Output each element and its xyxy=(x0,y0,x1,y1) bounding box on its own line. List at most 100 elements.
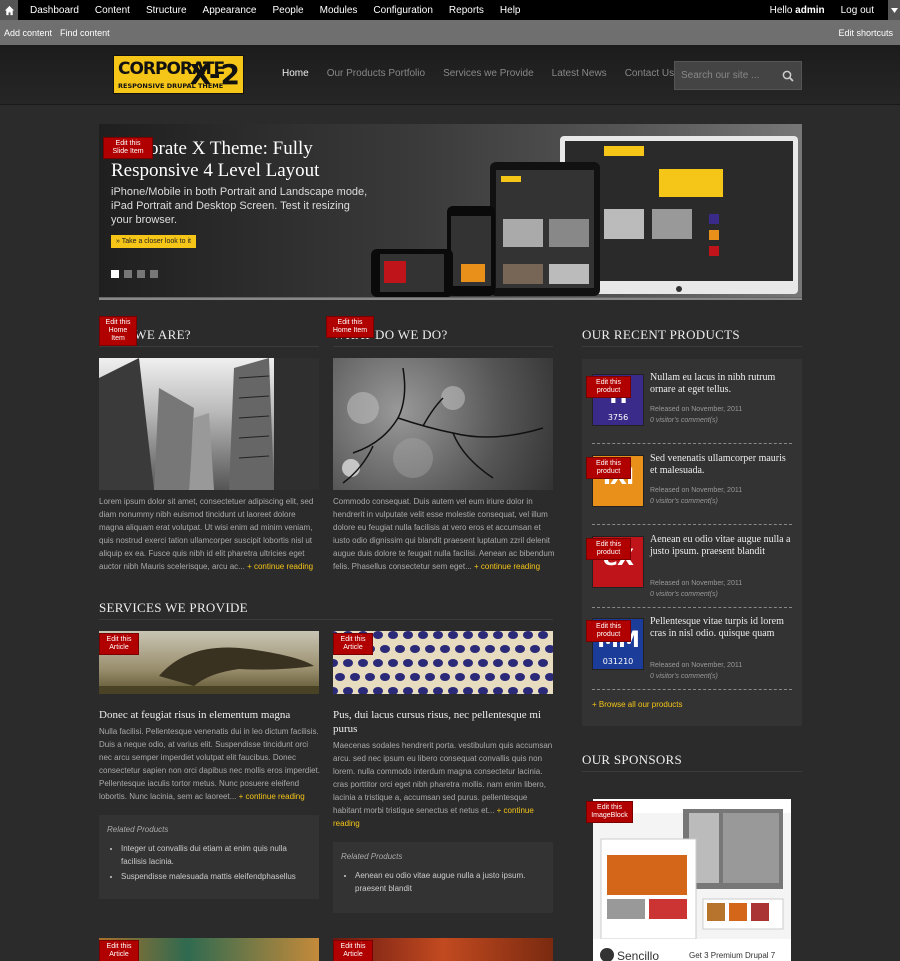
dot-pattern-dot xyxy=(508,659,518,667)
hello-label: Hello xyxy=(769,4,793,16)
dot-pattern-dot xyxy=(508,687,518,694)
search-icon[interactable] xyxy=(775,62,801,89)
continue-reading-link[interactable]: + continue reading xyxy=(239,792,305,801)
dot-pattern-dot xyxy=(523,659,533,667)
slider-button[interactable]: » Take a closer look to it xyxy=(111,235,196,248)
dot-pattern-dot xyxy=(523,631,533,639)
nav-contact[interactable]: Contact Us xyxy=(625,68,674,79)
nav-products-portfolio[interactable]: Our Products Portfolio xyxy=(327,68,425,79)
admin-menu-content[interactable]: Content xyxy=(87,5,138,16)
shortcut-add-content[interactable]: Add content xyxy=(0,28,56,38)
search-input[interactable] xyxy=(675,70,775,81)
edit-article-button[interactable]: Edit this Article xyxy=(333,633,373,655)
sponsor-caption: Get 3 Premium Drupal 7 xyxy=(689,951,776,960)
dot-pattern-dot xyxy=(373,631,383,639)
branches-illustration xyxy=(342,367,544,484)
continue-reading-link[interactable]: + continue reading xyxy=(474,562,540,571)
product-title[interactable]: Nullam eu lacus in nibh rutrum ornare at… xyxy=(650,372,795,396)
dot-pattern-dot xyxy=(343,687,353,694)
site-logo[interactable]: CORPORATE RESPONSIVE DRUPAL THEME X-2 xyxy=(113,55,244,94)
admin-menu-people[interactable]: People xyxy=(264,5,311,16)
dot-pattern-dot xyxy=(493,659,503,667)
edit-article-button[interactable]: Edit this Article xyxy=(333,940,373,961)
slider-dots xyxy=(111,270,158,278)
home-icon[interactable] xyxy=(0,0,18,20)
dot-pattern-dot xyxy=(343,659,353,667)
article-body: Nulla facilisi. Pellentesque venenatis d… xyxy=(99,727,321,801)
dot-pattern-dot xyxy=(508,631,518,639)
edit-article-button[interactable]: Edit this Article xyxy=(99,633,139,655)
continue-reading-link[interactable]: + continue reading xyxy=(247,562,313,571)
section-divider xyxy=(333,346,553,347)
edit-shortcuts-link[interactable]: Edit shortcuts xyxy=(834,28,897,38)
who-we-are-image xyxy=(99,358,319,490)
nav-latest-news[interactable]: Latest News xyxy=(552,68,607,79)
services-title: SERVICES WE PROVIDE xyxy=(99,600,248,615)
related-product-link[interactable]: Integer ut convallis dui etiam at enim q… xyxy=(121,842,311,868)
dot-pattern-dot xyxy=(455,645,465,653)
dot-pattern-dot xyxy=(440,673,450,681)
slider-divider xyxy=(99,298,802,300)
admin-menu-reports[interactable]: Reports xyxy=(441,5,492,16)
admin-menu-configuration[interactable]: Configuration xyxy=(365,5,440,16)
edit-slide-button[interactable]: Edit this Slide Item xyxy=(103,137,153,159)
article-title[interactable]: Donec at feugiat risus in elementum magn… xyxy=(99,708,321,722)
related-products-box: Related Products Integer ut convallis du… xyxy=(99,815,319,899)
nav-services[interactable]: Services we Provide xyxy=(443,68,534,79)
dot-pattern-dot xyxy=(395,645,405,653)
dot-pattern-dot xyxy=(538,687,548,694)
slider-text: iPhone/Mobile in both Portrait and Lands… xyxy=(111,186,368,226)
section-divider xyxy=(99,346,319,347)
product-released: Released on November, 2011 xyxy=(650,580,743,587)
logout-link[interactable]: Log out xyxy=(833,5,882,16)
dot-pattern-dot xyxy=(485,645,495,653)
product-title[interactable]: Sed venenatis ullamcorper mauris et male… xyxy=(650,453,795,477)
sponsor-image[interactable]: Sencillo Sencillo Get 3 Premium Drupal 7 xyxy=(593,799,791,961)
edit-home-item-button[interactable]: Edit this Home Item xyxy=(326,316,374,338)
product-comments-text: 0 visitor's comment(s) xyxy=(650,673,718,680)
dot-pattern-dot xyxy=(410,645,420,653)
slider-dot[interactable] xyxy=(111,270,119,278)
main-nav: Home Our Products Portfolio Services we … xyxy=(282,68,692,79)
toolbar-user: Hello admin Log out xyxy=(762,0,900,20)
what-we-do-body: Commodo consequat. Duis autem vel eum ir… xyxy=(333,497,555,571)
admin-menu-modules[interactable]: Modules xyxy=(312,5,366,16)
slider-dot[interactable] xyxy=(124,270,132,278)
admin-menu-dashboard[interactable]: Dashboard xyxy=(22,5,87,16)
slider-dot[interactable] xyxy=(137,270,145,278)
dot-pattern-dot xyxy=(403,631,413,639)
edit-product-button[interactable]: Edit this product xyxy=(586,538,631,560)
edit-imageblock-button[interactable]: Edit this ImageBlock xyxy=(586,801,633,823)
product-title[interactable]: Aenean eu odio vitae augue nulla a justo… xyxy=(650,534,795,558)
section-divider xyxy=(99,619,553,620)
user-name[interactable]: admin xyxy=(795,5,824,16)
slider-dot[interactable] xyxy=(150,270,158,278)
article-title[interactable]: Pus, dui lacus cursus risus, nec pellent… xyxy=(333,708,555,736)
section-divider xyxy=(582,771,802,772)
article-text: Maecenas sodales hendrerit porta. vestib… xyxy=(333,739,555,830)
related-products-title: Related Products xyxy=(341,852,403,861)
admin-menu-structure[interactable]: Structure xyxy=(138,5,195,16)
edit-home-item-button[interactable]: Edit this Home Item xyxy=(99,316,137,346)
edit-product-button[interactable]: Edit this product xyxy=(586,620,631,642)
edit-article-button[interactable]: Edit this Article xyxy=(99,940,139,961)
related-product-link[interactable]: Aenean eu odio vitae augue nulla a justo… xyxy=(355,869,545,895)
edit-product-button[interactable]: Edit this product xyxy=(586,457,631,479)
who-we-are-text: Lorem ipsum dolor sit amet, consectetuer… xyxy=(99,495,321,573)
dot-pattern-dot xyxy=(448,631,458,639)
admin-menu-help[interactable]: Help xyxy=(492,5,529,16)
edit-product-button[interactable]: Edit this product xyxy=(586,376,631,398)
product-thumbnail-subtext: 3756 xyxy=(607,413,629,422)
product-title[interactable]: Pellentesque vitae turpis id lorem cras … xyxy=(650,616,795,640)
shortcut-find-content[interactable]: Find content xyxy=(56,28,114,38)
nav-home[interactable]: Home xyxy=(282,68,309,79)
dot-pattern-dot xyxy=(335,673,345,681)
section-divider xyxy=(582,346,802,347)
related-product-link[interactable]: Suspendisse malesuada mattis eleifendpha… xyxy=(121,870,311,883)
toolbar-toggle-icon[interactable] xyxy=(888,0,900,20)
product-comments: 0 visitor's comment(s) xyxy=(650,671,718,682)
admin-menu-appearance[interactable]: Appearance xyxy=(195,5,265,16)
dot-pattern-dot xyxy=(478,631,488,639)
browse-products-link[interactable]: + Browse all our products xyxy=(592,700,683,709)
dot-pattern-dot xyxy=(463,687,473,694)
